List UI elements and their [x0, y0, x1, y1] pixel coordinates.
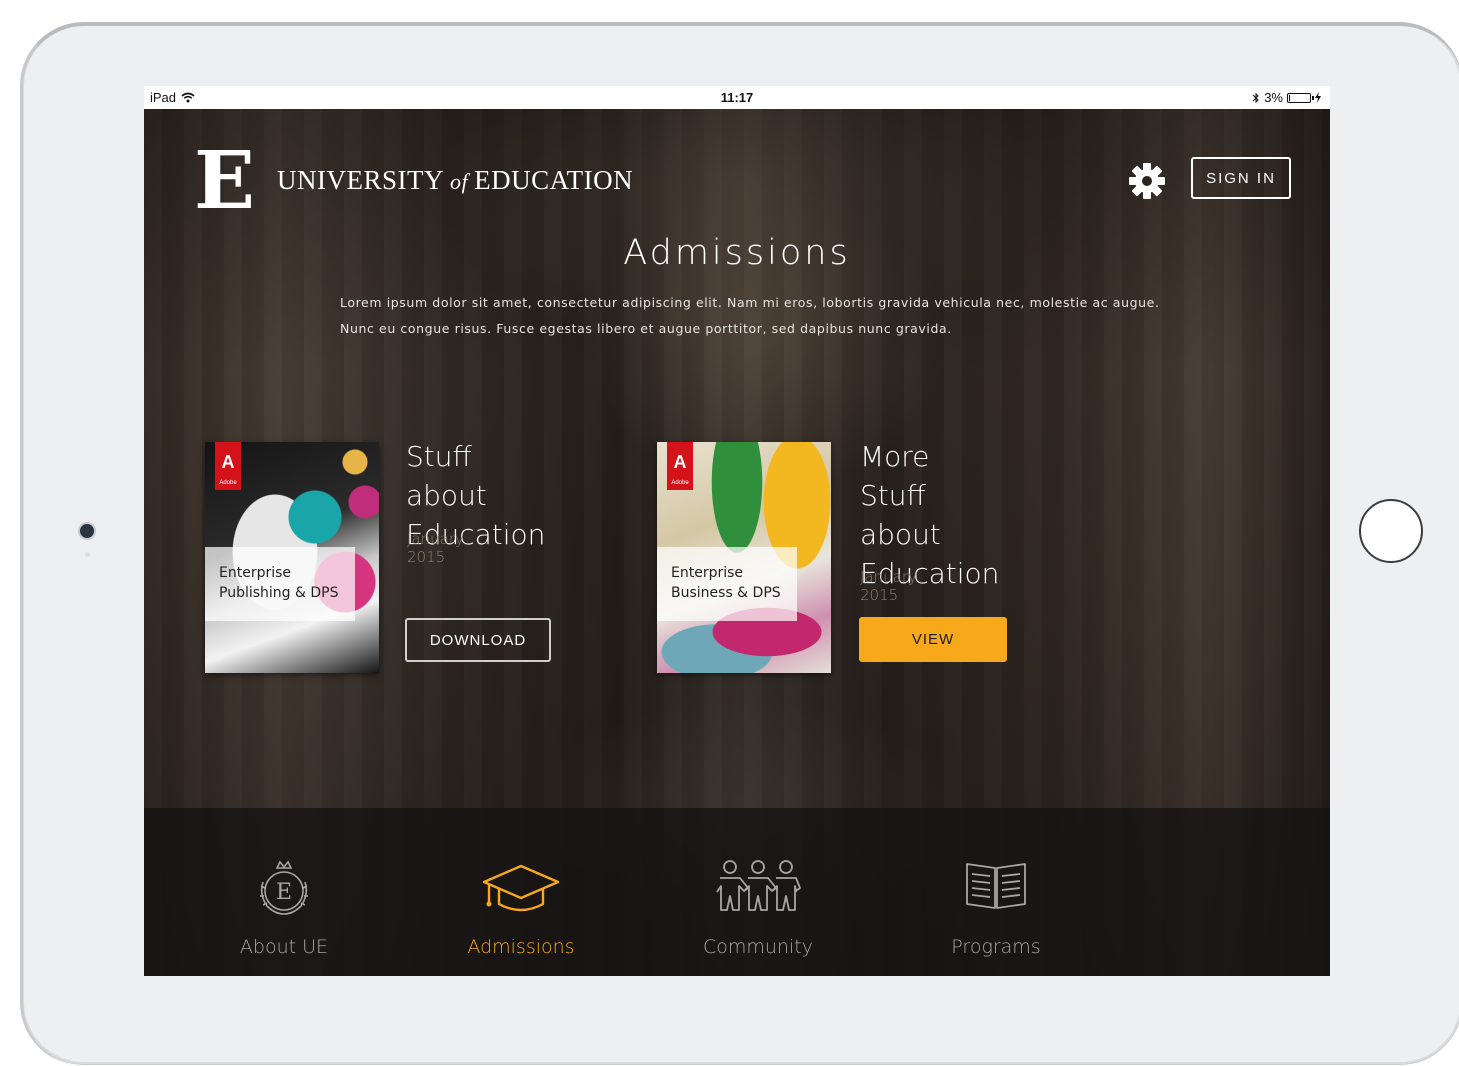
svg-text:E: E: [276, 880, 292, 905]
app-screen: iPad 11:17 3% E UNIVERSITYofEDUCATION: [144, 86, 1330, 976]
gear-icon[interactable]: [1128, 162, 1166, 200]
brand-logo[interactable]: E UNIVERSITY of EDUCATION: [194, 133, 633, 227]
tab-programs[interactable]: Programs: [896, 808, 1096, 976]
tab-about-ue[interactable]: E About UE: [184, 808, 384, 976]
intro-line-2: Nunc eu congue risus. Fusce egestas libe…: [340, 321, 952, 336]
page-title: Admissions: [623, 233, 851, 273]
graduation-cap-icon: [482, 864, 560, 912]
publication-cover-2[interactable]: A Adobe Enterprise Business & DPS: [657, 442, 831, 673]
publication-cover-1[interactable]: A Adobe Enterprise Publishing & DPS: [205, 442, 379, 673]
bluetooth-icon: [1252, 92, 1259, 103]
open-book-icon: [966, 863, 1026, 909]
view-button[interactable]: VIEW: [859, 617, 1007, 662]
brand-name-right: EDUCATION: [474, 164, 634, 195]
adobe-logo-2: A Adobe: [667, 442, 693, 490]
cover-label-2: Enterprise Business & DPS: [657, 547, 797, 621]
battery-icon: [1287, 92, 1314, 103]
tab-label-programs: Programs: [951, 936, 1041, 958]
publication-date-1: January 2015: [407, 530, 464, 566]
brand-name: UNIVERSITY of EDUCATION: [277, 165, 633, 196]
sign-in-button[interactable]: SIGN IN: [1191, 157, 1291, 199]
crest-icon: E: [260, 860, 308, 915]
status-right: 3%: [1252, 90, 1321, 105]
download-button[interactable]: DOWNLOAD: [405, 618, 551, 662]
brand-name-of: of: [449, 168, 469, 194]
battery-percent: 3%: [1264, 90, 1283, 105]
tab-community[interactable]: Community: [658, 808, 858, 976]
people-icon: [716, 860, 801, 911]
tab-admissions[interactable]: Admissions: [421, 808, 621, 976]
status-bar: iPad 11:17 3%: [144, 86, 1330, 109]
ambient-sensor: [85, 552, 90, 557]
adobe-logo-1: A Adobe: [215, 442, 241, 490]
intro-line-1: Lorem ipsum dolor sit amet, consectetur …: [340, 295, 1160, 310]
intro-text: Lorem ipsum dolor sit amet, consectetur …: [340, 290, 1170, 342]
tab-label-admissions: Admissions: [467, 936, 575, 958]
logo-letter: E: [194, 133, 255, 227]
front-camera: [80, 524, 94, 538]
tab-label-about-ue: About UE: [239, 936, 329, 958]
charging-icon: [1315, 92, 1321, 103]
battery-fill: [1289, 94, 1290, 101]
publication-date-2: January 2015: [860, 568, 917, 604]
hero-background: E UNIVERSITY of EDUCATION SIGN IN Admissio…: [144, 109, 1330, 976]
status-time: 11:17: [720, 90, 754, 105]
cover-label-1: Enterprise Publishing & DPS: [205, 547, 355, 621]
home-button[interactable]: [1359, 499, 1423, 563]
tab-label-community: Community: [703, 936, 813, 958]
bottom-tab-bar: E About UE Admissions Community Programs: [144, 808, 1330, 976]
brand-name-left: UNIVERSITY: [276, 164, 444, 195]
